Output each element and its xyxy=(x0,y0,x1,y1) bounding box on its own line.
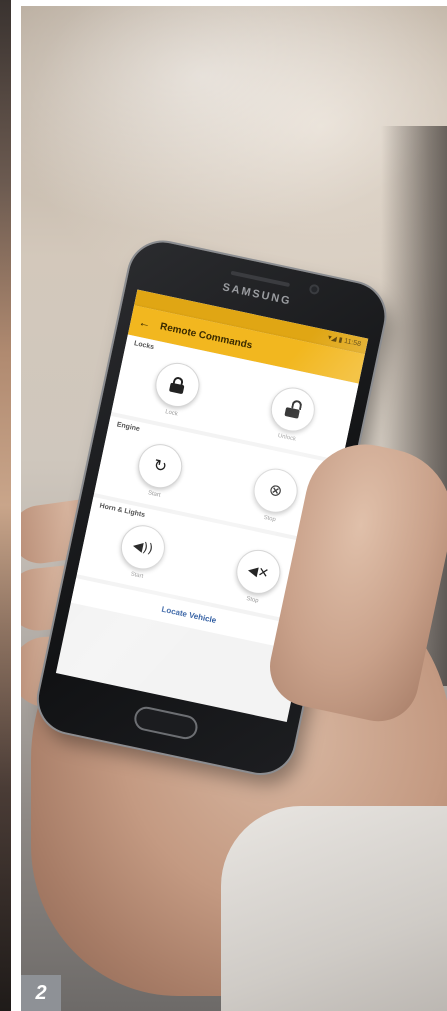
horn-stop-icon: ◀✕ xyxy=(246,562,271,582)
back-arrow-icon[interactable]: ← xyxy=(137,315,156,332)
engine-start-command[interactable]: ↻ Start xyxy=(132,440,187,504)
home-button xyxy=(132,704,200,742)
horn-start-button[interactable]: ◀)) xyxy=(116,521,170,574)
divider xyxy=(11,0,21,1011)
shirt-sleeve xyxy=(221,806,447,1011)
left-photo-strip xyxy=(0,0,11,1011)
command-label: Stop xyxy=(245,596,259,605)
command-label: Start xyxy=(147,490,161,499)
horn-stop-button[interactable]: ◀✕ xyxy=(232,545,285,598)
unlock-button[interactable] xyxy=(266,383,319,436)
horn-icon: ◀)) xyxy=(131,537,155,557)
engine-start-icon: ↻ xyxy=(151,456,169,477)
lock-button[interactable] xyxy=(151,358,204,412)
command-label: Start xyxy=(130,571,144,580)
horn-start-command[interactable]: ◀)) Start xyxy=(114,521,170,585)
command-label: Unlock xyxy=(277,433,297,443)
command-label: Stop xyxy=(262,514,277,524)
horn-stop-command[interactable]: ◀✕ Stop xyxy=(230,545,285,610)
engine-stop-icon: ⊗ xyxy=(267,481,284,501)
lock-command[interactable]: Lock xyxy=(149,358,204,423)
lock-icon xyxy=(168,376,186,395)
unlock-icon xyxy=(284,399,303,419)
page-number-badge: 2 xyxy=(21,975,61,1011)
engine-stop-command[interactable]: ⊗ Stop xyxy=(247,464,302,529)
front-camera-icon xyxy=(308,283,321,296)
hand-holding-phone-photo: SAMSUNG ▾◢ ▮ 11:58 ← Remote Commands Loc… xyxy=(21,6,447,1011)
command-label: Lock xyxy=(164,409,179,418)
engine-stop-button[interactable]: ⊗ xyxy=(249,464,302,517)
unlock-command[interactable]: Unlock xyxy=(264,383,319,447)
engine-start-button[interactable]: ↻ xyxy=(134,440,187,493)
